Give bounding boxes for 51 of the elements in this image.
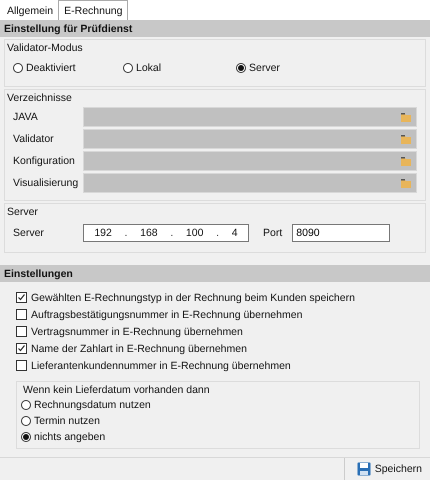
- checkbox-label: Lieferantenkundennummer in E-Rechnung übernehmen: [31, 360, 291, 372]
- checkbox[interactable]: Name der Zahlart in E-Rechnung übernehmen: [16, 341, 430, 356]
- radio-label: Deaktiviert: [26, 62, 76, 74]
- section-header: Einstellungen: [0, 265, 430, 282]
- checkbox-box[interactable]: [16, 343, 27, 354]
- tab[interactable]: E-Rechnung: [58, 0, 128, 20]
- port-field[interactable]: 8090: [292, 224, 390, 242]
- radio-button[interactable]: [21, 416, 31, 426]
- group-title: Server: [7, 206, 39, 218]
- section-header: Einstellung für Prüfdienst: [0, 20, 430, 37]
- radio-label: nichts angeben: [34, 431, 106, 443]
- checkbox-label: Auftragsbestätigungsnummer in E-Rechnung übernehmen: [31, 308, 302, 320]
- checkbox[interactable]: Auftragsbestätigungsnummer in E-Rechnung übernehmen: [16, 307, 430, 322]
- checkbox[interactable]: Vertragsnummer in E-Rechnung übernehmen: [16, 324, 430, 339]
- radio-label: Lokal: [136, 62, 162, 74]
- field-label: Konfiguration: [13, 155, 76, 167]
- tab[interactable]: Allgemein: [2, 2, 58, 20]
- folder-icon[interactable]: [401, 178, 411, 188]
- group-title: Validator-Modus: [7, 42, 84, 54]
- folder-icon[interactable]: [401, 112, 411, 122]
- radio-button[interactable]: [13, 63, 23, 73]
- group-title: Verzeichnisse: [7, 92, 73, 104]
- field-label: Port: [263, 227, 282, 239]
- radio-label: Rechnungsdatum nutzen: [34, 399, 151, 411]
- checkbox-label: Gewählten E-Rechnungstyp in der Rechnung beim Kunden speichern: [31, 292, 355, 304]
- path-field[interactable]: [83, 173, 417, 193]
- field-label: Visualisierung: [13, 177, 80, 189]
- radio-button[interactable]: [236, 63, 246, 73]
- radio-button[interactable]: [123, 63, 133, 73]
- folder-icon[interactable]: [401, 156, 411, 166]
- path-field[interactable]: [83, 107, 417, 127]
- folder-icon[interactable]: [401, 134, 411, 144]
- checkbox-label: Vertragsnummer in E-Rechnung übernehmen: [31, 326, 243, 338]
- group-title: Wenn kein Lieferdatum vorhanden dann: [23, 384, 211, 396]
- checkbox-label: Name der Zahlart in E-Rechnung übernehmen: [31, 342, 247, 354]
- path-field[interactable]: [83, 151, 417, 171]
- path-field[interactable]: [83, 129, 417, 149]
- checkbox-box[interactable]: [16, 292, 27, 303]
- field-label: Validator: [13, 133, 55, 145]
- radio-button[interactable]: [21, 432, 31, 442]
- checkbox-box[interactable]: [16, 360, 27, 371]
- checkbox[interactable]: Gewählten E-Rechnungstyp in der Rechnung beim Kunden speichern: [16, 290, 430, 305]
- checkbox-box[interactable]: [16, 309, 27, 320]
- radio-label: Termin nutzen: [34, 415, 100, 427]
- field-label: Server: [13, 227, 45, 239]
- checkbox[interactable]: Lieferantenkundennummer in E-Rechnung übernehmen: [16, 358, 430, 373]
- radio-label: Server: [249, 62, 280, 74]
- checkbox-box[interactable]: [16, 326, 27, 337]
- field-label: JAVA: [13, 111, 39, 123]
- radio-button[interactable]: [21, 400, 31, 410]
- ip-address-field[interactable]: 192 . 168 . 100 . 4: [83, 224, 249, 242]
